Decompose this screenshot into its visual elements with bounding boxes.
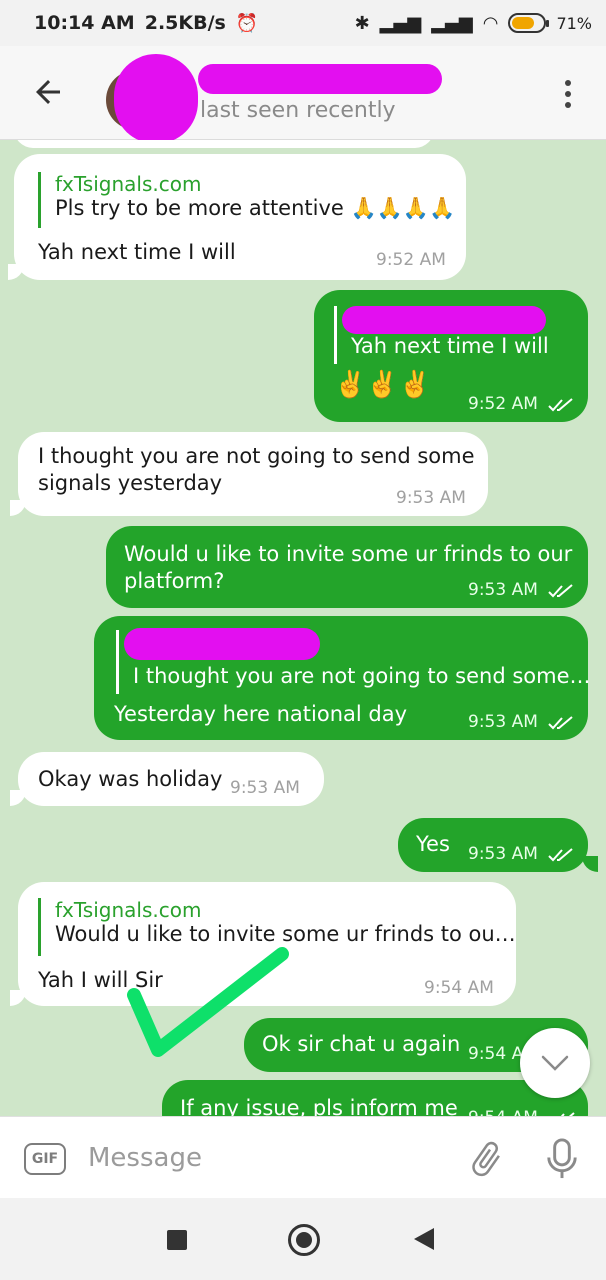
read-checks-icon [548,716,573,730]
message-bubble-incoming[interactable]: I thought you are not going to send some… [18,432,488,516]
composer: GIF [0,1116,606,1198]
message-input[interactable] [88,1137,448,1179]
chat-header: last seen recently [0,46,606,144]
message-time: 9:53 AM [230,778,300,798]
wifi-icon: ◠ [482,12,499,34]
reply-quote[interactable]: fxTsignals.com Pls try to be more attent… [38,172,455,228]
redaction-mark [124,628,320,660]
gif-button[interactable]: GIF [24,1143,66,1175]
redaction-mark [114,54,198,144]
message-time: 9:52 AM [376,250,446,270]
status-time: 10:14 AM [34,12,135,34]
redaction-mark [342,306,546,334]
bubble-tail [8,264,24,280]
read-checks-icon [548,584,573,598]
system-nav-bar [0,1198,606,1280]
message-time: 9:52 AM [468,394,538,414]
message-bubble-incoming[interactable] [14,140,434,148]
message-bubble-incoming[interactable]: fxTsignals.com Pls try to be more attent… [14,154,466,280]
quote-text: Pls try to be more attentive 🙏🙏🙏🙏 [55,196,456,220]
chevron-down-icon [541,1055,569,1071]
message-text: signals yesterday [38,471,223,495]
bubble-tail [10,790,26,806]
last-seen-status: last seen recently [200,98,396,123]
signal-icon: ▂▄▆ [431,12,473,34]
network-speed: 2.5KB/s [144,12,226,34]
quote-author: fxTsignals.com [55,172,202,196]
message-text: Okay was holiday [38,767,223,791]
bubble-tail [10,500,26,516]
read-checks-icon [548,398,573,412]
battery-icon [508,13,550,33]
message-text: ✌️✌️✌️ [334,370,432,400]
drawn-checkmark-icon [127,947,289,1057]
quote-text: Yah next time I will [351,334,549,358]
message-time: 9:54 A [468,1044,524,1064]
message-text: platform? [124,569,225,593]
message-text: If any issue, pls inform me [180,1096,458,1116]
redaction-mark [198,64,442,94]
alarm-off-icon: ⏰ [235,12,259,34]
message-bubble-outgoing[interactable]: Yah next time I will ✌️✌️✌️ 9:52 AM [314,290,588,422]
message-text: I thought you are not going to send some [38,444,475,468]
message-text: Yes [416,832,450,856]
more-vert-icon[interactable] [564,80,572,108]
back-triangle-icon[interactable] [414,1228,434,1250]
battery-percent: 71% [556,13,592,33]
back-arrow-icon[interactable] [30,74,66,110]
message-time: 9:53 AM [468,712,538,732]
message-time: 9:53 AM [468,580,538,600]
home-icon[interactable] [288,1224,320,1256]
bubble-tail [10,990,26,1006]
recents-icon[interactable] [167,1230,187,1250]
message-bubble-outgoing[interactable]: Yes 9:53 AM [398,818,588,872]
message-text: Yesterday here national day [114,702,408,726]
read-checks-icon [548,848,573,862]
quote-author: fxTsignals.com [55,898,202,922]
bubble-tail [582,856,598,872]
message-time: 9:54 AM [468,1108,538,1116]
scroll-down-button[interactable] [520,1028,590,1098]
message-time: 9:53 AM [396,488,466,508]
attach-icon[interactable] [466,1139,506,1179]
message-bubble-outgoing[interactable]: I thought you are not going to send some… [94,616,591,740]
message-bubble-outgoing[interactable]: Would u like to invite some ur frinds to… [106,526,588,608]
mic-icon[interactable] [544,1137,580,1181]
message-list[interactable]: fxTsignals.com Pls try to be more attent… [0,140,606,1116]
quote-text: I thought you are not going to send some… [133,664,591,688]
bluetooth-icon: ✱ [354,12,370,34]
message-text: Would u like to invite some ur frinds to… [124,542,573,566]
message-time: 9:53 AM [468,844,538,864]
message-bubble-outgoing[interactable]: If any issue, pls inform me 9:54 AM [162,1080,588,1116]
message-time: 9:54 AM [424,978,494,998]
message-text: Yah next time I will [38,240,236,264]
signal-icon: ▂▄▆ [379,12,422,34]
status-bar: 10:14 AM 2.5KB/s ⏰ ✱ ▂▄▆ ▂▄▆ ◠ 71% [0,0,606,46]
message-bubble-incoming[interactable]: Okay was holiday 9:53 AM [18,752,324,806]
